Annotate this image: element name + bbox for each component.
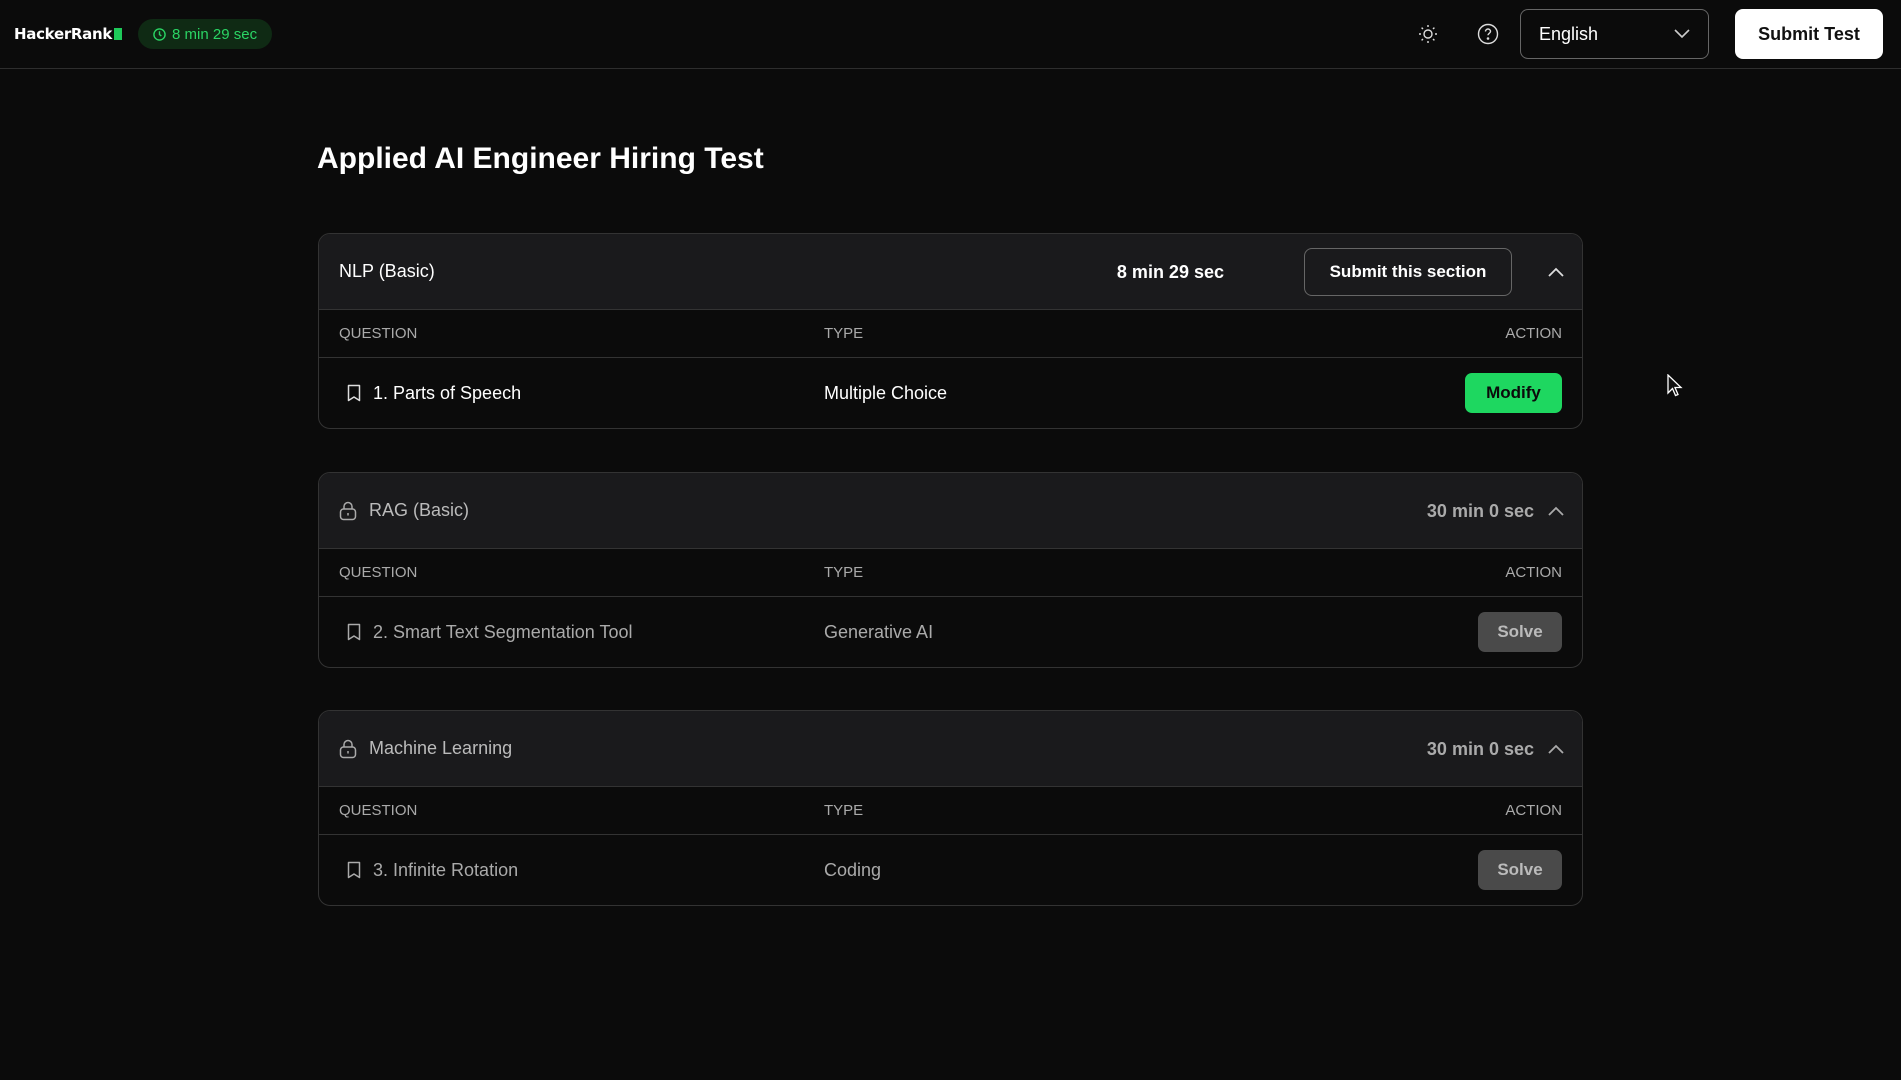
section-header[interactable]: NLP (Basic) 8 min 29 sec Submit this sec… — [319, 234, 1582, 310]
chevron-down-icon — [1674, 29, 1690, 39]
section-card-machine-learning: Machine Learning 30 min 0 sec QUESTION T… — [318, 710, 1583, 906]
lock-icon — [339, 501, 357, 520]
solve-button[interactable]: Solve — [1478, 612, 1562, 652]
table-header: QUESTION TYPE ACTION — [319, 787, 1582, 835]
section-header[interactable]: Machine Learning 30 min 0 sec — [319, 711, 1582, 787]
bookmark-icon[interactable] — [347, 861, 361, 879]
question-title[interactable]: 2. Smart Text Segmentation Tool — [373, 622, 632, 643]
modify-button[interactable]: Modify — [1465, 373, 1562, 413]
question-type: Generative AI — [824, 621, 934, 642]
clock-icon — [153, 27, 166, 41]
language-select[interactable]: English — [1520, 9, 1709, 59]
table-header: QUESTION TYPE ACTION — [319, 310, 1582, 358]
section-name: RAG (Basic) — [369, 500, 470, 520]
section-name: NLP (Basic) — [339, 261, 435, 281]
help-button[interactable] — [1468, 14, 1508, 54]
solve-button[interactable]: Solve — [1478, 850, 1562, 890]
top-bar: HackerRank 8 min 29 sec English Submit T… — [0, 0, 1901, 69]
help-icon — [1477, 23, 1499, 45]
section-name: Machine Learning — [369, 738, 513, 758]
question-title[interactable]: 1. Parts of Speech — [373, 383, 521, 404]
lock-icon — [339, 739, 357, 758]
question-title[interactable]: 3. Infinite Rotation — [373, 860, 518, 881]
submit-section-button[interactable]: Submit this section — [1304, 248, 1512, 296]
bookmark-icon[interactable] — [347, 623, 361, 641]
chevron-up-icon[interactable] — [1548, 506, 1564, 516]
section-time: 30 min 0 sec — [1426, 500, 1534, 521]
sun-icon — [1419, 25, 1437, 43]
theme-toggle-button[interactable] — [1408, 14, 1448, 54]
section-time: 30 min 0 sec — [1426, 738, 1534, 759]
chevron-up-icon[interactable] — [1548, 744, 1564, 754]
table-row: 1. Parts of Speech Multiple Choice Modif… — [319, 358, 1582, 428]
table-row: 2. Smart Text Segmentation Tool Generati… — [319, 597, 1582, 667]
question-type: Multiple Choice — [824, 382, 948, 403]
page-title: Applied AI Engineer Hiring Test — [317, 142, 764, 175]
mouse-cursor-icon — [1667, 374, 1683, 397]
section-card-rag: RAG (Basic) 30 min 0 sec QUESTION TYPE A… — [318, 472, 1583, 668]
chevron-up-icon[interactable] — [1548, 267, 1564, 277]
section-time: 8 min 29 sec — [1116, 261, 1224, 282]
bookmark-icon[interactable] — [347, 384, 361, 402]
submit-test-button[interactable]: Submit Test — [1735, 9, 1883, 59]
test-timer: 8 min 29 sec — [138, 19, 273, 49]
question-type: Coding — [824, 859, 882, 880]
table-row: 3. Infinite Rotation Coding Solve — [319, 835, 1582, 905]
section-header[interactable]: RAG (Basic) 30 min 0 sec — [319, 473, 1582, 549]
hackerrank-logo[interactable]: HackerRank — [14, 25, 123, 43]
section-card-nlp: NLP (Basic) 8 min 29 sec Submit this sec… — [318, 233, 1583, 429]
table-header: QUESTION TYPE ACTION — [319, 549, 1582, 597]
